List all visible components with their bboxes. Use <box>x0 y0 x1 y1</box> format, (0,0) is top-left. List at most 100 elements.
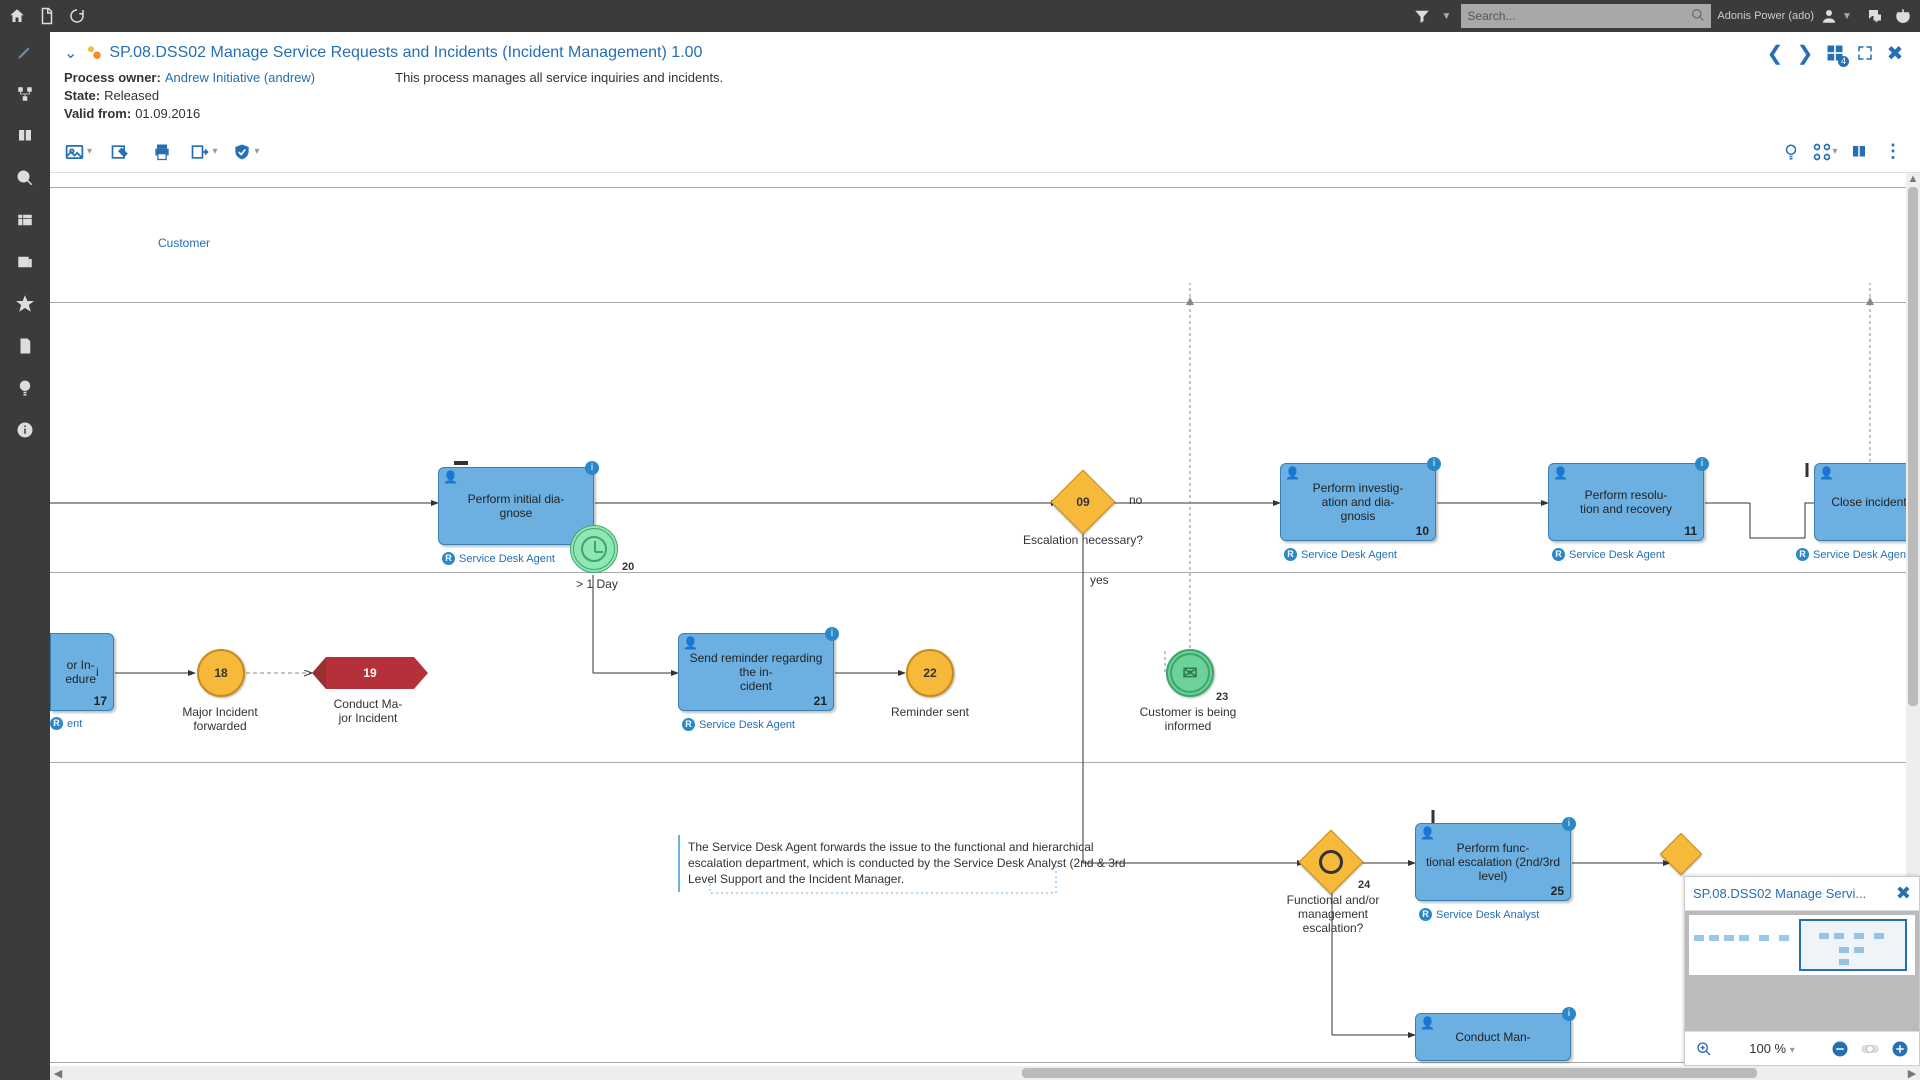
home-icon[interactable] <box>8 7 26 25</box>
event-reminder-sent[interactable]: 22 <box>906 649 954 697</box>
lane-customer: Customer <box>50 187 1920 303</box>
bulb-icon[interactable] <box>1778 139 1804 165</box>
bulb-icon[interactable] <box>13 376 37 400</box>
print-icon[interactable] <box>148 138 176 166</box>
task-num: 25 <box>1551 884 1564 898</box>
lane-label-customer: Customer <box>158 236 210 250</box>
task-perform-resolution[interactable]: Perform resolu- tion and recovery 11 👤 i <box>1548 463 1704 541</box>
news-icon[interactable] <box>13 250 37 274</box>
zoom-reset-icon[interactable] <box>1859 1038 1881 1060</box>
task-label: Perform investig- ation and dia- gnosis <box>1313 481 1404 523</box>
role-investigate: RService Desk Agent <box>1284 548 1397 561</box>
task-perform-investigation[interactable]: Perform investig- ation and dia- gnosis … <box>1280 463 1436 541</box>
search-icon[interactable] <box>13 166 37 190</box>
person-icon: 👤 <box>1420 1016 1435 1030</box>
event-customer-informed[interactable]: ✉ <box>1166 649 1214 697</box>
person-icon: 👤 <box>1420 826 1435 840</box>
task-functional-escalation[interactable]: Perform func- tional escalation (2nd/3rd… <box>1415 823 1571 901</box>
model-title: SP.08.DSS02 Manage Service Requests and … <box>109 44 702 62</box>
expand-icon[interactable] <box>1854 42 1876 64</box>
search-input[interactable] <box>1467 9 1691 23</box>
close-icon[interactable]: ✖ <box>1896 883 1911 904</box>
person-icon: 👤 <box>443 470 458 484</box>
task-send-reminder[interactable]: Send reminder regarding the in- cident 2… <box>678 633 834 711</box>
chat-icon[interactable] <box>1866 7 1884 25</box>
timer-label: > 1 Day <box>562 577 632 591</box>
event-major-incident-forwarded[interactable]: 18 <box>197 649 245 697</box>
grid-icon[interactable]: 4 <box>1824 42 1846 64</box>
timer-num: 20 <box>622 561 634 573</box>
person-icon: 👤 <box>1285 466 1300 480</box>
task-conduct-management[interactable]: Conduct Man- 👤 i <box>1415 1013 1571 1061</box>
view-options-icon[interactable]: ▾ <box>1812 139 1838 165</box>
task-num: 21 <box>814 694 827 708</box>
new-page-icon[interactable] <box>38 7 56 25</box>
org-icon[interactable] <box>13 82 37 106</box>
model-description: This process manages all service inquiri… <box>395 70 723 85</box>
task-partial-left[interactable]: or In- edure 17 i <box>50 633 114 711</box>
lane-third <box>50 763 1920 1063</box>
power-icon[interactable] <box>1894 7 1912 25</box>
document-icon[interactable] <box>13 334 37 358</box>
star-icon[interactable] <box>13 292 37 316</box>
gateway-escalation[interactable]: 09 <box>1060 479 1106 525</box>
role-reminder: RService Desk Agent <box>682 718 795 731</box>
minimap-body[interactable] <box>1685 911 1919 1031</box>
gateway-func-mgmt[interactable] <box>1308 839 1354 885</box>
image-export-icon[interactable]: ▾ <box>64 138 92 166</box>
subprocess-conduct-major-incident[interactable]: 19 <box>326 657 414 689</box>
zoom-in-icon[interactable] <box>1889 1038 1911 1060</box>
info-icon[interactable]: i <box>96 665 99 679</box>
chevron-down-icon[interactable]: ▼ <box>1838 7 1856 25</box>
close-icon[interactable]: ✖ <box>1884 42 1906 64</box>
edge-label-yes: yes <box>1090 573 1109 587</box>
table-icon[interactable] <box>13 208 37 232</box>
book-icon[interactable] <box>1846 139 1872 165</box>
valid-from-value: 01.09.2016 <box>135 106 200 121</box>
grid-badge: 4 <box>1838 56 1849 67</box>
filter-icon[interactable] <box>1413 7 1431 25</box>
edit-icon[interactable] <box>13 40 37 64</box>
info-icon[interactable]: i <box>825 627 839 641</box>
search-icon[interactable] <box>1691 8 1705 25</box>
timer-event[interactable] <box>570 525 618 573</box>
info-icon[interactable]: i <box>585 461 599 475</box>
validation-icon[interactable]: ▾ <box>232 138 260 166</box>
process-owner-label: Process owner: <box>64 70 161 85</box>
task-label: Perform func- tional escalation (2nd/3rd… <box>1420 841 1566 883</box>
task-close-incident[interactable]: Close incident 👤 i <box>1814 463 1920 541</box>
diagram-canvas[interactable]: Customer <box>50 173 1920 1066</box>
edit-mode-icon[interactable] <box>106 138 134 166</box>
zoom-fit-icon[interactable] <box>1693 1038 1715 1060</box>
model-header: ⌄ SP.08.DSS02 Manage Service Requests an… <box>50 32 1920 134</box>
book-icon[interactable] <box>13 124 37 148</box>
search-box[interactable] <box>1461 4 1711 28</box>
left-sidebar <box>0 32 50 1080</box>
role-close: RService Desk Agent <box>1796 548 1909 561</box>
info-icon[interactable]: i <box>1695 457 1709 471</box>
prev-icon[interactable]: ❮ <box>1764 42 1786 64</box>
chevron-down-icon[interactable]: ⌄ <box>64 43 77 63</box>
info-icon[interactable] <box>13 418 37 442</box>
task-label: Conduct Man- <box>1455 1030 1530 1044</box>
task-perform-initial-diagnose[interactable]: Perform initial dia- gnose 👤 i <box>438 467 594 545</box>
info-icon[interactable]: i <box>1562 1007 1576 1021</box>
share-icon[interactable]: ▾ <box>190 138 218 166</box>
refresh-icon[interactable] <box>68 7 86 25</box>
info-icon[interactable]: i <box>1427 457 1441 471</box>
user-icon[interactable] <box>1820 7 1838 25</box>
next-icon[interactable]: ❯ <box>1794 42 1816 64</box>
horizontal-scrollbar[interactable]: ◀ ▶ <box>50 1066 1920 1080</box>
task-label: Perform resolu- tion and recovery <box>1580 488 1672 516</box>
role-funcesc: RService Desk Analyst <box>1419 908 1539 921</box>
process-owner-link[interactable]: Andrew Initiative (andrew) <box>165 70 315 85</box>
event-label-18: Major Incident forwarded <box>170 705 270 733</box>
zoom-out-icon[interactable] <box>1829 1038 1851 1060</box>
chevron-down-icon[interactable]: ▼ <box>1437 7 1455 25</box>
minimap: SP.08.DSS02 Manage Servi... ✖ 100 % ▾ <box>1684 876 1920 1066</box>
event-label-22: Reminder sent <box>880 705 980 719</box>
task-partial-label: or In- edure <box>65 658 96 686</box>
info-icon[interactable]: i <box>1562 817 1576 831</box>
person-icon: 👤 <box>1819 466 1834 480</box>
more-icon[interactable]: ⋮ <box>1880 139 1906 165</box>
